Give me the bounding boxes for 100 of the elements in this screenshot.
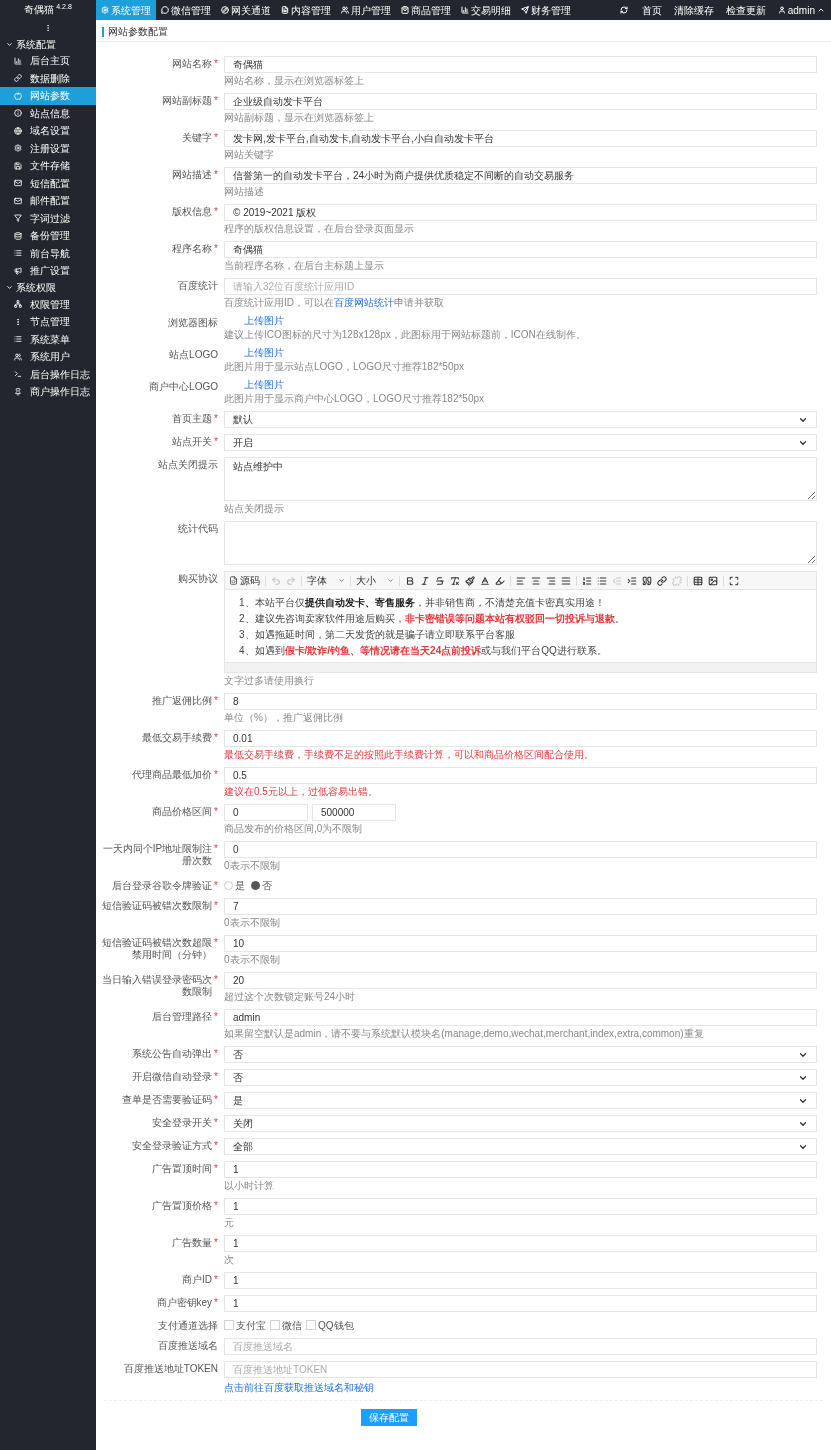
- nav-tab[interactable]: 微信管理: [156, 0, 216, 20]
- select-field[interactable]: 全部: [224, 1138, 817, 1155]
- input-field[interactable]: 0: [224, 841, 817, 858]
- sidebar-item[interactable]: 权限管理: [0, 295, 96, 313]
- image-icon[interactable]: [708, 575, 718, 586]
- sidebar-item[interactable]: 数据删除: [0, 69, 96, 87]
- sidebar-item[interactable]: 后台主页: [0, 52, 96, 70]
- help-link[interactable]: 百度网站统计: [334, 297, 394, 308]
- select-field[interactable]: 否: [224, 1046, 817, 1063]
- nav-tab[interactable]: 商品管理: [396, 0, 456, 20]
- sidebar-item[interactable]: 字词过滤: [0, 209, 96, 227]
- refresh-icon[interactable]: [619, 6, 628, 14]
- align-right-icon[interactable]: [546, 575, 556, 586]
- textarea-field[interactable]: [224, 521, 817, 565]
- upload-image-link[interactable]: 上传图片: [224, 315, 817, 327]
- strikethrough-icon[interactable]: [435, 575, 445, 586]
- help-text: 网站描述: [224, 186, 265, 198]
- input-field[interactable]: 0: [224, 804, 308, 821]
- editor-dropdown[interactable]: 字体: [307, 573, 345, 588]
- checkbox[interactable]: [306, 1320, 316, 1330]
- fullscreen-icon[interactable]: [729, 575, 739, 586]
- input-field[interactable]: 1: [224, 1272, 817, 1289]
- input-field[interactable]: 0.5: [224, 767, 817, 784]
- input-field[interactable]: admin: [224, 1009, 817, 1026]
- sidebar-item[interactable]: 备份管理: [0, 227, 96, 245]
- italic-icon[interactable]: [420, 575, 430, 586]
- align-center-icon[interactable]: [531, 575, 541, 586]
- select-field[interactable]: 关闭: [224, 1115, 817, 1132]
- sidebar-item[interactable]: 站点信息: [0, 104, 96, 122]
- checkbox[interactable]: [270, 1320, 280, 1330]
- input-field[interactable]: 百度推送域名: [224, 1338, 817, 1355]
- table-icon[interactable]: [693, 575, 703, 586]
- link-icon[interactable]: [657, 575, 667, 586]
- input-field[interactable]: 发卡网,发卡平台,自动发卡,自动发卡平台,小白自动发卡平台: [224, 130, 817, 147]
- brush-icon[interactable]: [465, 575, 475, 586]
- sidebar-item[interactable]: 前台导航: [0, 244, 96, 262]
- input-field[interactable]: 1: [224, 1198, 817, 1215]
- sidebar-item[interactable]: 系统菜单: [0, 330, 96, 348]
- input-field[interactable]: 奇偶猫: [224, 241, 817, 258]
- upload-image-link[interactable]: 上传图片: [224, 379, 817, 391]
- input-field[interactable]: © 2019~2021 版权: [224, 204, 817, 221]
- select-field[interactable]: 开启: [224, 434, 817, 451]
- sidebar-item[interactable]: 邮件配置: [0, 192, 96, 210]
- editor-dropdown[interactable]: 大小: [356, 573, 394, 588]
- pin-icon: [14, 387, 22, 396]
- vertical-dots-icon[interactable]: [44, 24, 52, 32]
- nav-tab[interactable]: 财务管理: [516, 0, 576, 20]
- select-field[interactable]: 是: [224, 1092, 817, 1109]
- radio-button[interactable]: [251, 880, 260, 890]
- user-menu[interactable]: admin: [771, 0, 831, 20]
- help-link[interactable]: 点击前往百度获取推送域名和秘钥: [224, 1382, 374, 1393]
- clear-format-icon[interactable]: [450, 575, 460, 586]
- indent-icon[interactable]: [627, 575, 637, 586]
- top-link[interactable]: 检查更新: [719, 2, 772, 18]
- input-field[interactable]: 20: [224, 972, 817, 989]
- input-field[interactable]: 1: [224, 1161, 817, 1178]
- sidebar-item[interactable]: 商户操作日志: [0, 383, 96, 401]
- top-link[interactable]: 清除缓存: [667, 2, 720, 18]
- select-field[interactable]: 默认: [224, 411, 817, 428]
- upload-image-link[interactable]: 上传图片: [224, 347, 817, 359]
- sidebar-item[interactable]: 后台操作日志: [0, 365, 96, 383]
- bullet-list-icon[interactable]: [597, 575, 607, 586]
- nav-tab[interactable]: 用户管理: [336, 0, 396, 20]
- sidebar-item[interactable]: 推广设置: [0, 262, 96, 280]
- input-field[interactable]: 0.01: [224, 730, 817, 747]
- checkbox[interactable]: [224, 1320, 234, 1330]
- nav-tab[interactable]: 交易明细: [456, 0, 516, 20]
- ordered-list-icon[interactable]: [582, 575, 592, 586]
- input-field[interactable]: 1: [224, 1295, 817, 1312]
- sidebar-group[interactable]: 系统权限: [0, 279, 96, 296]
- font-color-icon[interactable]: [480, 575, 490, 586]
- sidebar-item[interactable]: 短信配置: [0, 174, 96, 192]
- nav-tab[interactable]: 网关通道: [216, 0, 276, 20]
- highlighter-icon[interactable]: [495, 575, 505, 586]
- nav-tab[interactable]: 内容管理: [276, 0, 336, 20]
- input-field[interactable]: 8: [224, 693, 817, 710]
- input-field[interactable]: 百度推送地址TOKEN: [224, 1361, 817, 1378]
- select-field[interactable]: 否: [224, 1069, 817, 1086]
- sidebar-item[interactable]: 域名设置: [0, 122, 96, 140]
- input-field[interactable]: 7: [224, 898, 817, 915]
- align-left-icon[interactable]: [516, 575, 526, 586]
- input-field[interactable]: 信誉第一的自动发卡平台，24小时为商户提供优质稳定不间断的自动交易服务: [224, 167, 817, 184]
- input-field[interactable]: 10: [224, 935, 817, 952]
- input-field[interactable]: 企业级自动发卡平台: [224, 93, 817, 110]
- top-link[interactable]: 首页: [635, 2, 668, 18]
- source-button[interactable]: 源码: [229, 573, 260, 588]
- sidebar-item[interactable]: 节点管理: [0, 313, 96, 331]
- sidebar-item[interactable]: 注册设置: [0, 139, 96, 157]
- quote-icon[interactable]: [642, 575, 652, 586]
- input-field[interactable]: 500000: [312, 804, 396, 821]
- input-field[interactable]: 1: [224, 1235, 817, 1252]
- sidebar-item[interactable]: 文件存储: [0, 157, 96, 175]
- textarea-field[interactable]: 站点维护中: [224, 457, 817, 501]
- sidebar-item[interactable]: 系统用户: [0, 348, 96, 366]
- sidebar-group[interactable]: 系统配置: [0, 36, 96, 52]
- input-field[interactable]: 奇偶猫: [224, 56, 817, 73]
- justify-icon[interactable]: [561, 575, 571, 586]
- input-field[interactable]: 请输入32位百度统计应用ID: [224, 278, 817, 295]
- bold-icon[interactable]: [405, 575, 415, 586]
- rich-text-editor[interactable]: 源码 字体 大小 1、本站平台仅提供自动发卡、寄售服务，并非销售商，不清楚充值卡密真实用途！ 2、建议先咨询卖家软件用途后购买，非卡密错误等问题本站有权驳回一切投诉与退款。 3、如遇拖延时间，第二天发货的就是骗子请立即联系平台客服 4、如遇到假卡/欺诈/钓鱼、等情况请在当天24点前投诉或与我们平台QQ进行联系。: [224, 571, 817, 673]
